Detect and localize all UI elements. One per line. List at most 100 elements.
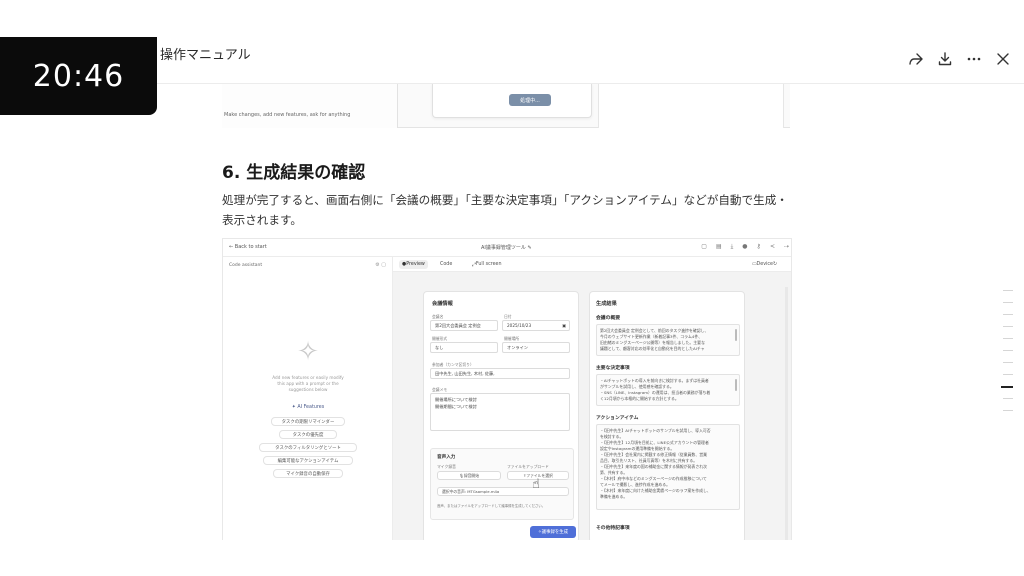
audio-note: 音声、またはファイルをアップロードして議事録を生成してください。 <box>437 504 546 508</box>
audio-title: 音声入力 <box>437 455 456 460</box>
key-icon: ⚷ <box>756 243 761 250</box>
decisions-box: ・AIチャットボットの導入を前向きに検討する。まずは社員者 がサンプルを試用し、… <box>596 374 740 406</box>
actions-box: ・【田中先生】AIチャットボットのサンプルを試用し、導入可否 を検討する。 ・【… <box>596 424 740 510</box>
close-button[interactable] <box>992 48 1014 70</box>
copy-icon: ▢ <box>701 243 707 250</box>
attendees-field: 田中先生, 山田先生, 木村, 佐藤, <box>430 368 570 379</box>
decision-line: く12月頃から本格的に開始する方針とする。 <box>600 396 679 401</box>
assistant-panel: Code assistant ⚙ ▢ ✧ Add new features or… <box>223 257 393 540</box>
place-field: オンライン <box>502 342 570 353</box>
result-card: 生成結果 会議の概要 第2回大会委員会 定例会として、前回のタスク進捗を確認し、… <box>589 291 745 540</box>
other-notes-title: その他特記事項 <box>596 526 630 531</box>
page-scroll-tick[interactable] <box>1003 338 1013 339</box>
audio-input-box: 音声入力 マイク録音 ファイルをアップロード 🎙 録音開始 ⇪ ファイルを選択 … <box>430 448 574 520</box>
page-scroll-tick[interactable] <box>1003 314 1013 315</box>
record-button: 🎙 録音開始 <box>437 471 501 480</box>
generate-label: 議事録を生成 <box>541 530 569 535</box>
share-button[interactable] <box>905 48 927 70</box>
calendar-icon: ▣ <box>562 323 566 328</box>
section-heading: 6. 生成結果の確認 <box>222 163 366 183</box>
download-button[interactable] <box>934 48 956 70</box>
assistant-hint: Add new features or easily modify this a… <box>272 375 344 392</box>
app-topbar: ← Back to start AI議事録管理ツール ✎ ▢ ▤ ⤓ ● ⚷ <… <box>223 239 791 257</box>
tab-preview: ● Preview <box>399 260 428 269</box>
ai-features-label: ✦ AI Features <box>291 405 325 410</box>
document-title: 操作マニュアル <box>160 48 251 63</box>
memo-line: 開催期間について検討 <box>435 403 477 409</box>
app-topbar-icons: ▢ ▤ ⤓ ● ⚷ < ⇢ <box>701 243 789 251</box>
bottom-margin <box>0 540 1024 576</box>
tab-fullscreen-label: Full screen <box>475 262 502 267</box>
memo-field: 開催場所について検討 開催期間について検討 <box>430 393 570 431</box>
save-icon: ▤ <box>715 243 722 250</box>
document-viewer: Make changes, add new features, ask for … <box>0 0 1024 576</box>
meeting-form-card: 会議情報 会議名 第2回大会委員会 定例会 日付 2025/10/23 ▣ 開催形… <box>423 291 579 540</box>
meeting-name-field: 第2回大会委員会 定例会 <box>430 320 498 331</box>
download-icon <box>938 52 952 66</box>
processing-button: 処理中... <box>509 94 551 106</box>
previous-prompt-placeholder: Make changes, add new features, ask for … <box>224 112 351 118</box>
record-button-label: 録音開始 <box>463 472 479 478</box>
suggestion-chip: マイク録音の自動保存 <box>273 469 343 478</box>
overview-line: 議題として、顧客対応の効率化と自動化を目的としたAIチャ <box>600 346 705 351</box>
suggestion-chip: タスクの期限リマインダー <box>271 417 345 426</box>
download-icon: ⤓ <box>730 243 734 250</box>
page-scroll-tick[interactable] <box>1003 410 1013 411</box>
overview-title: 会議の概要 <box>596 316 620 321</box>
previous-assistant-panel: Make changes, add new features, ask for … <box>222 84 398 128</box>
date-field: 2025/10/23 ▣ <box>502 320 570 331</box>
overview-box: 第2回大会委員会 定例会として、前回のタスク進捗を確認し、 今月のウェブサイト更… <box>596 324 740 356</box>
page-scroll-tick-active[interactable] <box>1001 386 1013 388</box>
document-page[interactable]: Make changes, add new features, ask for … <box>0 84 1024 540</box>
assistant-label: Code assistant <box>229 263 263 268</box>
selected-file: 選択中の音声: MTGsample.m4a <box>437 487 569 496</box>
actions-title: アクションアイテム <box>596 416 639 421</box>
app-preview-area: ● Preview Code ⤢ Full screen ▭ Device ↻ … <box>393 257 791 540</box>
generate-minutes-button: ✧ 議事録を生成 <box>530 526 576 538</box>
ship-icon: ⇢ <box>783 243 789 250</box>
scrollbar-thumb <box>735 329 737 341</box>
tab-code: Code <box>440 262 453 267</box>
date-value: 2025/10/23 <box>507 323 532 328</box>
back-link: ← Back to start <box>229 244 267 250</box>
app-title: AI議事録管理ツール ✎ <box>481 245 532 251</box>
page-scroll-tick[interactable] <box>1003 362 1013 363</box>
preview-tabs: ● Preview Code ⤢ Full screen ▭ Device ↻ <box>393 257 791 272</box>
share-icon <box>909 53 923 65</box>
suggestion-chip: タスクのフィルタリングとソート <box>259 443 357 452</box>
ai-features-text: AI Features <box>297 405 325 410</box>
page-scroll-tick[interactable] <box>1003 302 1013 303</box>
more-icon <box>967 57 981 61</box>
previous-form-card: 処理中... <box>432 84 592 118</box>
page-scroll-tick[interactable] <box>1003 398 1013 399</box>
share-icon: < <box>769 243 775 250</box>
previous-result-card <box>598 84 784 128</box>
suggestion-chip: タスクの優先度 <box>279 430 337 439</box>
assistant-tools-icon: ⚙ ▢ <box>375 262 386 268</box>
result-title: 生成結果 <box>596 301 617 307</box>
tab-device-label: Device <box>756 262 773 267</box>
tab-preview-label: Preview <box>406 262 425 267</box>
venue-field: なし <box>430 342 498 353</box>
decisions-title: 主要な決定事項 <box>596 366 630 371</box>
page-scroll-tick[interactable] <box>1003 350 1013 351</box>
tab-device: ▭ Device ↻ <box>752 262 777 267</box>
action-line: 準備を進める。 <box>600 494 628 499</box>
suggestion-chip: 編集可能なアクションアイテム <box>263 456 353 465</box>
scrollbar-thumb <box>735 379 737 391</box>
upload-label: ファイルをアップロード <box>507 464 549 469</box>
previous-screenshot: Make changes, add new features, ask for … <box>222 84 790 128</box>
preview-scrollbar <box>785 287 788 540</box>
video-timer: 20:46 <box>0 37 157 115</box>
github-icon: ● <box>742 243 748 250</box>
more-button[interactable] <box>963 48 985 70</box>
mic-label: マイク録音 <box>437 464 456 469</box>
page-scroll-tick[interactable] <box>1003 290 1013 291</box>
hand-cursor-icon: ☝ <box>532 477 540 492</box>
page-scroll-tick[interactable] <box>1003 374 1013 375</box>
sparkle-icon: ✧ <box>297 337 319 367</box>
section-body: 処理が完了すると、画面右側に「会議の概要」「主要な決定事項」「アクションアイテム… <box>222 193 788 227</box>
form-title: 会議情報 <box>432 301 453 307</box>
page-scroll-tick[interactable] <box>1003 326 1013 327</box>
close-icon <box>997 53 1009 65</box>
